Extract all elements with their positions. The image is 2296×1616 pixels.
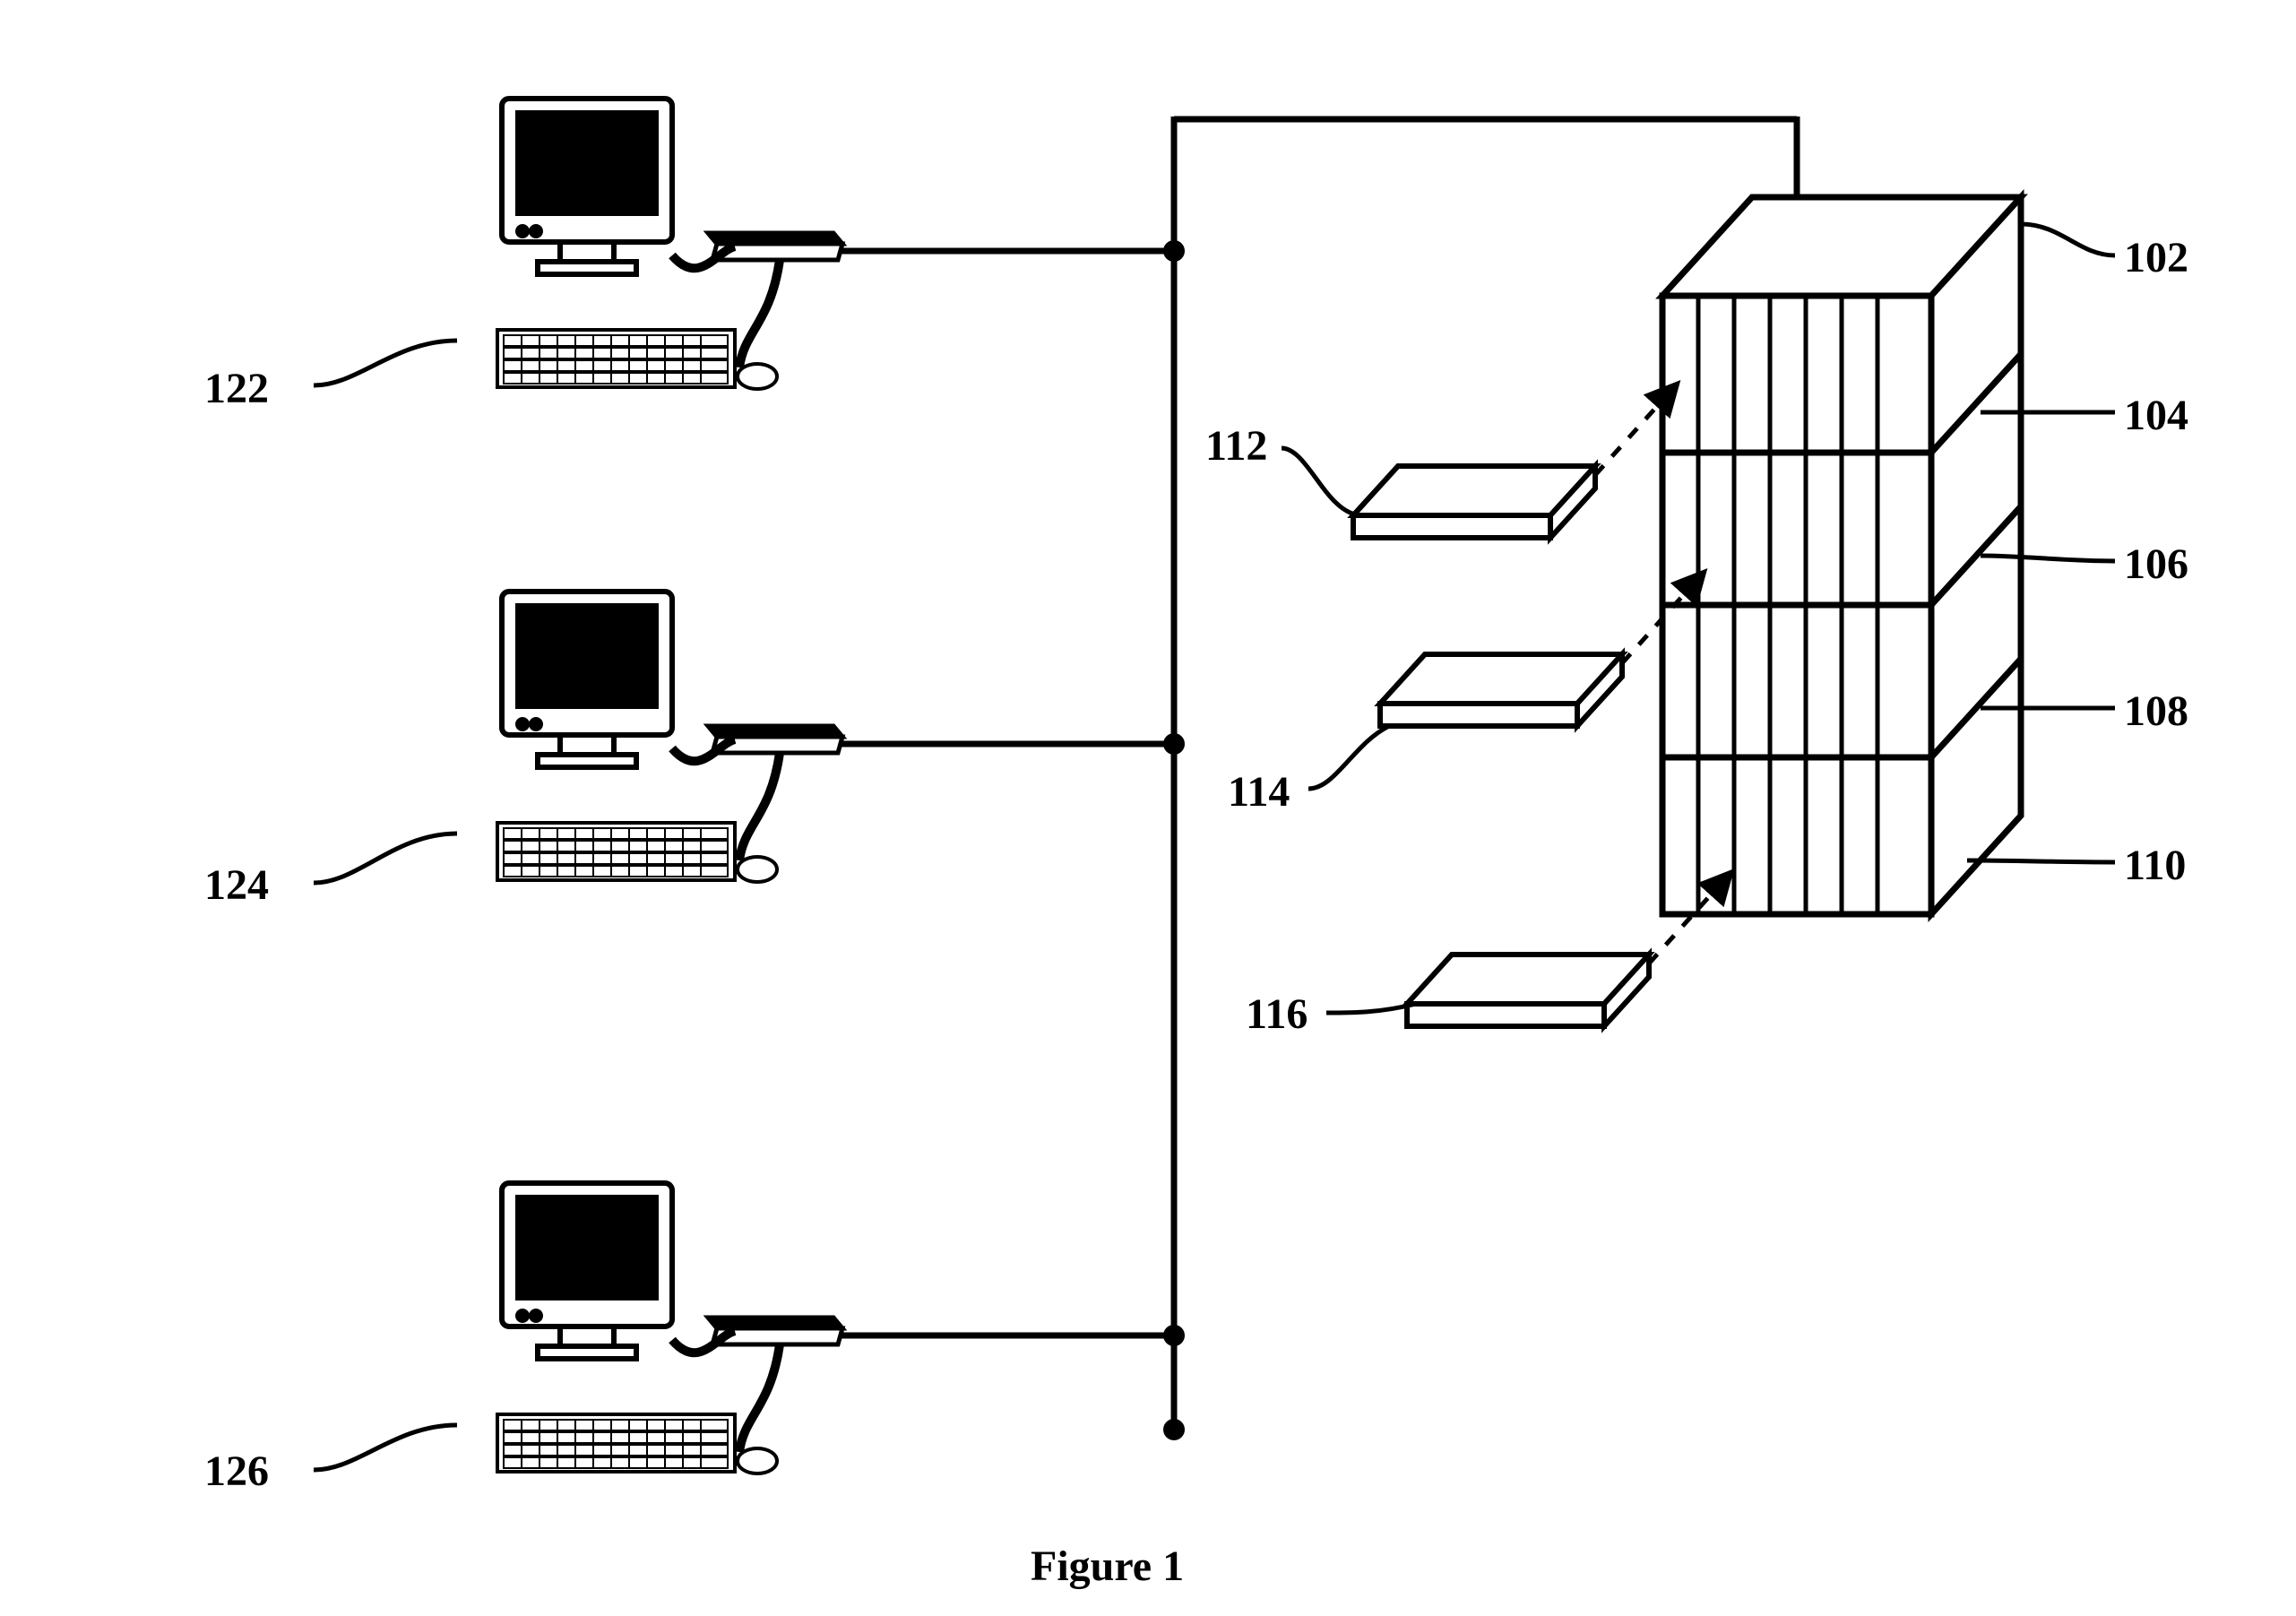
mouse-icon [738, 1448, 777, 1473]
diagram-svg [0, 0, 2296, 1616]
label-112: 112 [1205, 421, 1267, 471]
workstation-122 [497, 99, 842, 389]
keyboard-icon [497, 330, 735, 387]
blade-cards [1353, 466, 1649, 1026]
monitor-icon [502, 1183, 672, 1359]
label-110: 110 [2124, 841, 2186, 890]
workstation-124 [497, 592, 842, 882]
card-112 [1353, 466, 1595, 538]
label-122: 122 [204, 364, 269, 413]
network-bus [824, 117, 1797, 1430]
label-126: 126 [204, 1447, 269, 1496]
workstation-126 [497, 1183, 842, 1473]
label-106: 106 [2124, 540, 2188, 589]
label-102: 102 [2124, 233, 2188, 282]
label-116: 116 [1246, 989, 1308, 1039]
mouse-icon [738, 857, 777, 882]
keyboard-icon [497, 1414, 735, 1472]
label-124: 124 [204, 860, 269, 910]
keyboard-icon [497, 823, 735, 880]
label-104: 104 [2124, 391, 2188, 440]
figure-1-diagram: 102 104 106 108 110 112 114 116 122 124 … [0, 0, 2296, 1616]
monitor-icon [502, 99, 672, 274]
server-rack [1662, 197, 2021, 914]
leaders-left [314, 341, 457, 1470]
card-116 [1407, 955, 1649, 1026]
figure-caption: Figure 1 [1031, 1542, 1184, 1591]
label-108: 108 [2124, 687, 2188, 736]
label-114: 114 [1228, 767, 1290, 817]
mouse-icon [738, 364, 777, 389]
monitor-icon [502, 592, 672, 767]
card-114 [1380, 654, 1622, 726]
